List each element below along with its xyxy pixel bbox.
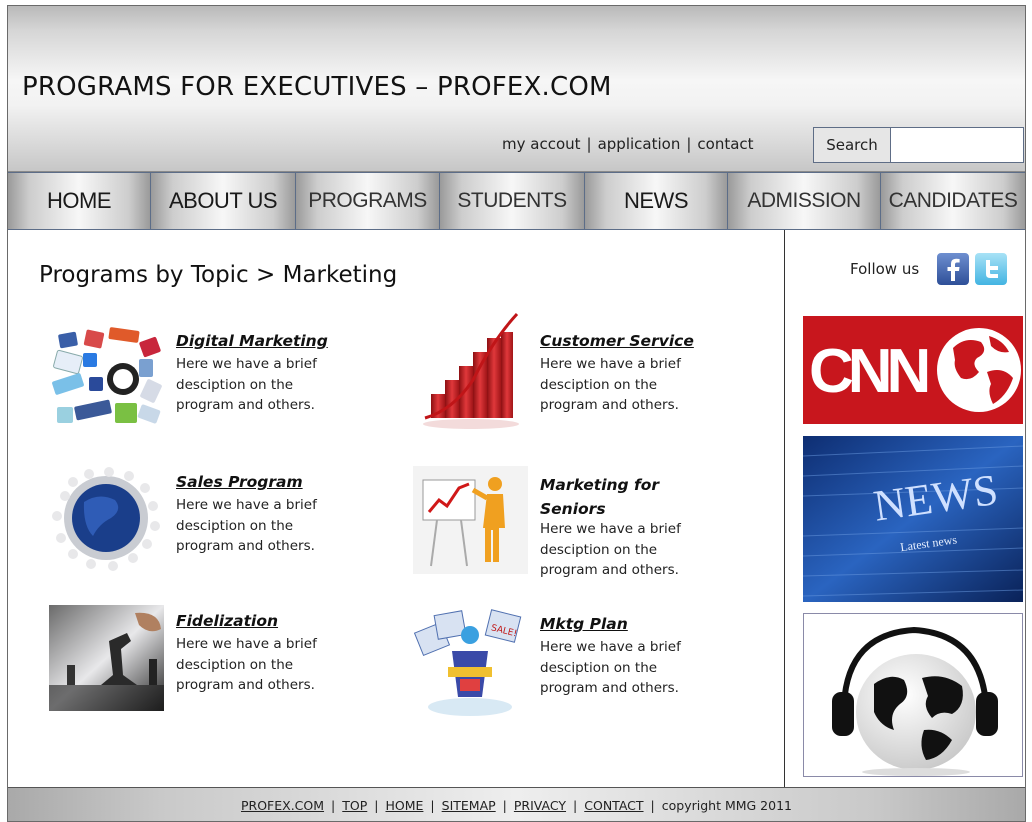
program-title-sales-program[interactable]: Sales Program (176, 473, 303, 491)
my-account-link[interactable]: my accout (502, 135, 581, 153)
cnn-ad[interactable]: CNN (803, 316, 1023, 424)
program-description: Here we have a brief desciption on the p… (176, 636, 317, 693)
nav-about-us[interactable]: ABOUT US (151, 173, 296, 229)
footer-link-top[interactable]: TOP (342, 798, 367, 813)
footer-link-contact[interactable]: CONTACT (584, 798, 643, 813)
search-input[interactable] (890, 127, 1024, 163)
news-ad[interactable]: NEWS Latest news (802, 436, 1024, 602)
twitter-icon[interactable] (975, 253, 1007, 285)
sale-signs-icon: SALE! (408, 605, 530, 720)
program-title-customer-service[interactable]: Customer Service (540, 332, 694, 350)
nav-news[interactable]: NEWS (585, 173, 728, 229)
program-description: Here we have a brief desciption on the p… (540, 356, 681, 413)
program-description: Here we have a brief desciption on the p… (176, 356, 317, 413)
globe-people-icon (49, 466, 164, 574)
separator: | (502, 798, 507, 813)
program-title-fidelization[interactable]: Fidelization (176, 612, 278, 630)
separator: | (331, 798, 336, 813)
program-card: Fidelization Here we have a brief descip… (49, 605, 389, 735)
copyright-text: copyright MMG 2011 (661, 798, 792, 813)
nav-candidates[interactable]: CANDIDATES (881, 173, 1025, 229)
program-description: Here we have a brief desciption on the p… (176, 497, 317, 554)
program-card: Customer Service Here we have a brief de… (413, 310, 753, 440)
separator: | (430, 798, 435, 813)
nav-students[interactable]: STUDENTS (440, 173, 585, 229)
growth-bars-icon (413, 310, 528, 432)
program-title-marketing-for-seniors[interactable]: Marketing for Seniors (540, 473, 670, 521)
headphones-globe-ad[interactable] (803, 613, 1023, 777)
program-title-text[interactable]: Marketing for Seniors (540, 473, 670, 521)
facebook-icon[interactable] (937, 253, 969, 285)
separator: | (586, 135, 592, 153)
application-link[interactable]: application (598, 135, 681, 153)
presenter-chart-icon (413, 466, 528, 574)
cnn-logo-text: CNN (809, 337, 928, 406)
footer-link-sitemap[interactable]: SITEMAP (442, 798, 496, 813)
program-title-mktg-plan[interactable]: Mktg Plan (540, 615, 628, 633)
main-nav: HOME ABOUT US PROGRAMS STUDENTS NEWS ADM… (8, 172, 1025, 230)
program-title-digital-marketing[interactable]: Digital Marketing (176, 332, 328, 350)
social-media-icon (49, 325, 164, 433)
sidebar: Follow us CNN NEWS Latest news (786, 230, 1025, 787)
nav-admission[interactable]: ADMISSION (728, 173, 881, 229)
separator: | (374, 798, 379, 813)
program-card: Sales Program Here we have a brief desci… (49, 466, 389, 596)
utility-links: my accout | application | contact (502, 135, 754, 153)
follow-us-label: Follow us (850, 260, 920, 278)
contact-link[interactable]: contact (697, 135, 753, 153)
program-card: Digital Marketing Here we have a brief d… (49, 325, 389, 455)
nav-programs[interactable]: PROGRAMS (296, 173, 440, 229)
search-button[interactable]: Search (813, 127, 891, 163)
footer-link-privacy[interactable]: PRIVACY (514, 798, 566, 813)
footer-link-profex[interactable]: PROFEX.COM (241, 798, 324, 813)
program-description: Here we have a brief desciption on the p… (540, 521, 681, 578)
site-title: PROGRAMS FOR EXECUTIVES – PROFEX.COM (22, 72, 612, 102)
main-content: Programs by Topic > Marketing Digital Ma… (8, 230, 785, 787)
footer: PROFEX.COM | TOP | HOME | SITEMAP | PRIVACY |… (8, 787, 1025, 821)
separator: | (686, 135, 692, 153)
header: PROGRAMS FOR EXECUTIVES – PROFEX.COM my … (8, 6, 1025, 172)
nav-home[interactable]: HOME (8, 173, 151, 229)
program-description: Here we have a brief desciption on the p… (540, 639, 681, 696)
program-card: Marketing for Seniors Here we have a bri… (413, 466, 753, 596)
page-frame: PROGRAMS FOR EXECUTIVES – PROFEX.COM my … (7, 5, 1026, 822)
program-card: SALE! Mktg Plan Here we have a brief des… (408, 605, 748, 735)
chess-icon (49, 605, 164, 711)
breadcrumb: Programs by Topic > Marketing (39, 262, 398, 288)
separator: | (573, 798, 578, 813)
footer-link-home[interactable]: HOME (386, 798, 424, 813)
separator: | (650, 798, 655, 813)
